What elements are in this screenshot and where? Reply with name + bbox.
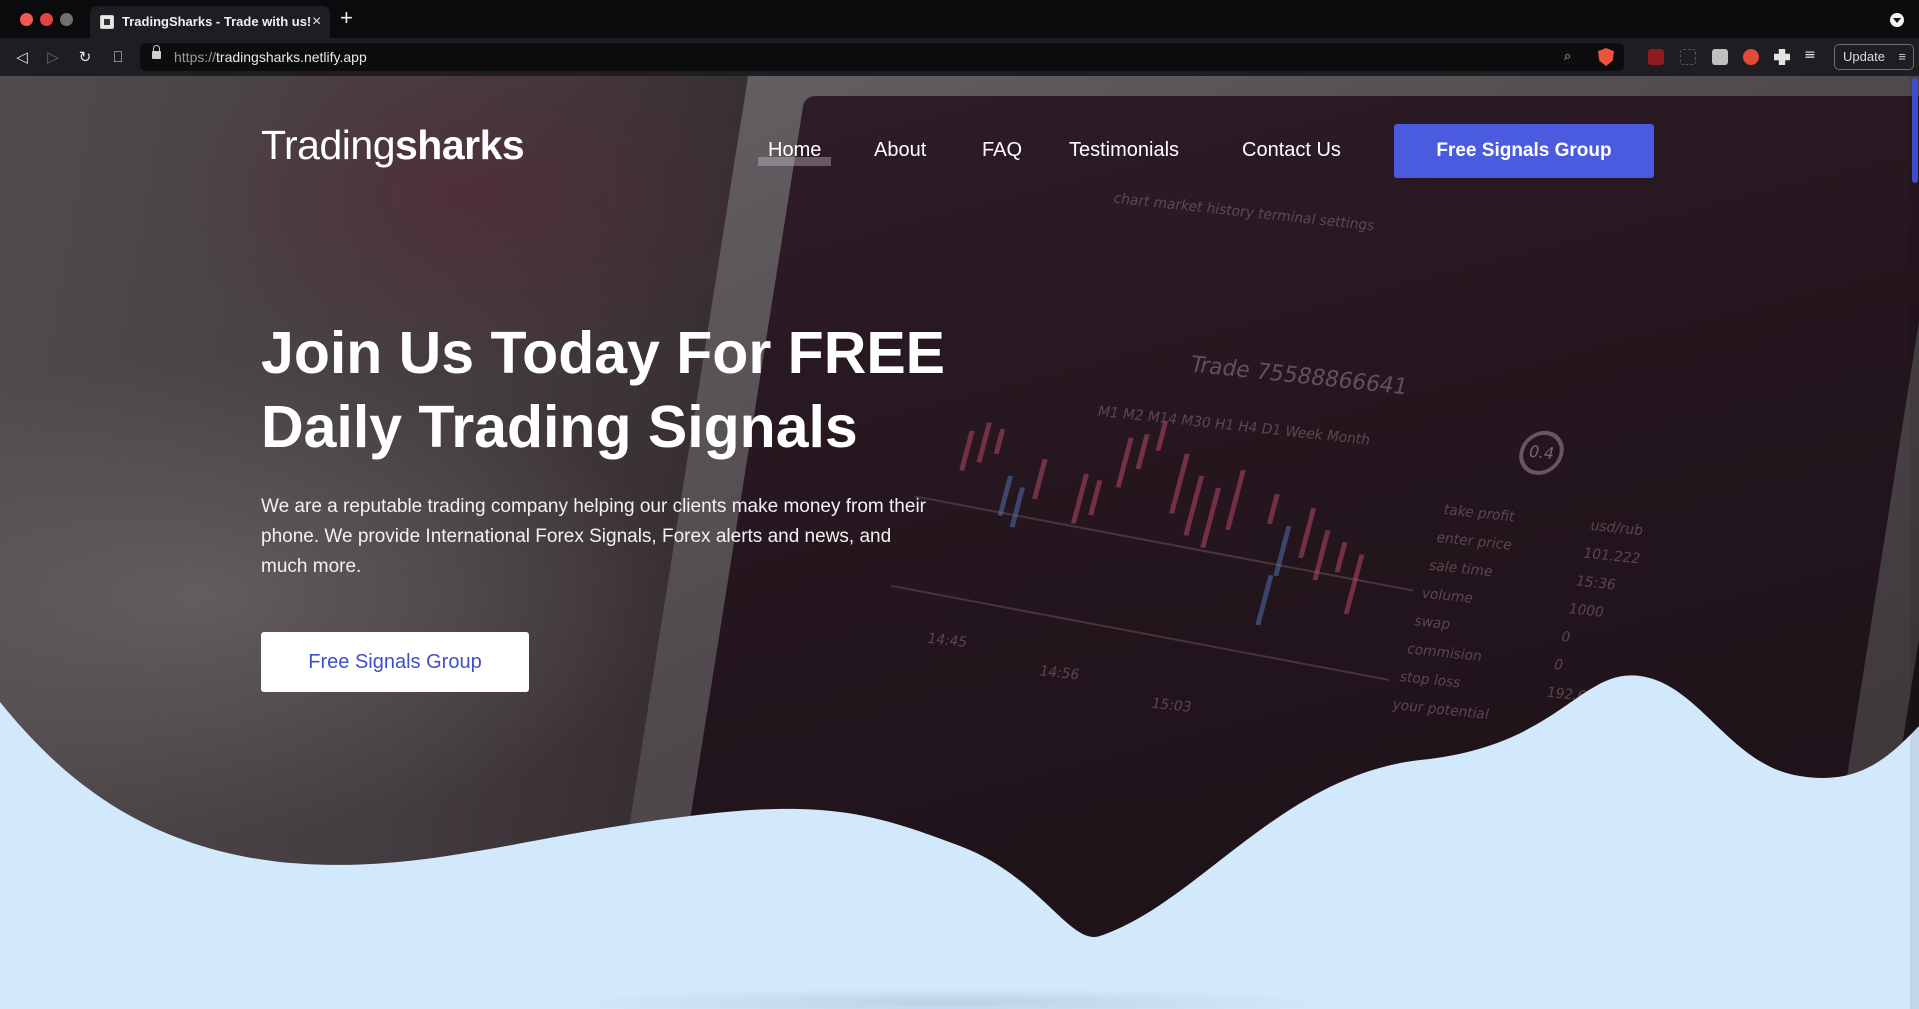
brave-shields-icon[interactable] bbox=[1598, 48, 1614, 66]
playlist-icon[interactable]: ≡ bbox=[1804, 47, 1820, 63]
browser-toolbar: ◁ ▷ ↻ ⎕ https://tradingsharks.netlify.ap… bbox=[0, 38, 1919, 76]
section-shadow bbox=[560, 988, 1340, 1009]
brand-bold-text: sharks bbox=[395, 122, 525, 168]
url-scheme: https:// bbox=[174, 49, 217, 65]
menu-icon: ≡ bbox=[1898, 49, 1906, 64]
close-window-button[interactable] bbox=[20, 13, 33, 26]
extension-red-icon[interactable] bbox=[1743, 49, 1759, 65]
scrollbar-track[interactable] bbox=[1910, 76, 1919, 1009]
url-host: tradingsharks.netlify.app bbox=[216, 49, 367, 65]
headline-line-1: Join Us Today For FREE bbox=[261, 320, 946, 386]
nav-contact-link[interactable]: Contact Us bbox=[1242, 139, 1341, 162]
tab-close-icon[interactable]: × bbox=[312, 13, 321, 31]
hero-free-signals-button[interactable]: Free Signals Group bbox=[261, 632, 529, 692]
nav-faq-link[interactable]: FAQ bbox=[982, 139, 1022, 162]
new-tab-button[interactable]: + bbox=[340, 6, 353, 30]
extensions-puzzle-icon[interactable] bbox=[1774, 49, 1790, 65]
bookmark-icon[interactable]: ⎕ bbox=[108, 47, 128, 67]
back-icon[interactable]: ◁ bbox=[12, 47, 32, 67]
url-text[interactable]: https://tradingsharks.netlify.app bbox=[174, 49, 367, 65]
screenshot-select-icon[interactable] bbox=[1680, 49, 1696, 65]
tab-list-menu-icon[interactable] bbox=[1890, 13, 1904, 27]
update-button[interactable]: Update ≡ bbox=[1834, 44, 1914, 70]
nav-about-link[interactable]: About bbox=[874, 139, 926, 162]
forward-icon[interactable]: ▷ bbox=[43, 47, 63, 67]
minimize-window-button[interactable] bbox=[40, 13, 53, 26]
lock-icon[interactable] bbox=[152, 45, 161, 59]
brand-light-text: Trading bbox=[261, 122, 396, 168]
hero-headline: Join Us Today For FREE Daily Trading Sig… bbox=[261, 316, 1021, 464]
update-label: Update bbox=[1843, 49, 1885, 64]
header-free-signals-button[interactable]: Free Signals Group bbox=[1394, 124, 1654, 178]
browser-tab[interactable]: TradingSharks - Trade with us! × bbox=[90, 6, 330, 38]
camera-icon[interactable] bbox=[1712, 49, 1728, 65]
tab-title: TradingSharks - Trade with us! bbox=[122, 14, 312, 29]
zoom-window-button[interactable] bbox=[60, 13, 73, 26]
site-favicon-icon bbox=[100, 15, 114, 29]
address-bar[interactable]: https://tradingsharks.netlify.app ⌕ bbox=[140, 43, 1624, 71]
headline-line-2: Daily Trading Signals bbox=[261, 394, 858, 460]
nav-home-link[interactable]: Home bbox=[757, 139, 832, 166]
zoom-icon[interactable]: ⌕ bbox=[1564, 49, 1580, 65]
reload-icon[interactable]: ↻ bbox=[75, 47, 95, 67]
nav-testimonials-link[interactable]: Testimonials bbox=[1069, 139, 1179, 162]
scrollbar-thumb[interactable] bbox=[1912, 78, 1918, 183]
extension-grid-icon[interactable] bbox=[1648, 49, 1664, 65]
site-logo[interactable]: Tradingsharks bbox=[261, 122, 525, 169]
web-page: chart market history terminal settings T… bbox=[0, 76, 1919, 1009]
browser-tab-bar: TradingSharks - Trade with us! × + bbox=[0, 0, 1919, 38]
hero-description: We are a reputable trading company helpi… bbox=[261, 496, 926, 577]
